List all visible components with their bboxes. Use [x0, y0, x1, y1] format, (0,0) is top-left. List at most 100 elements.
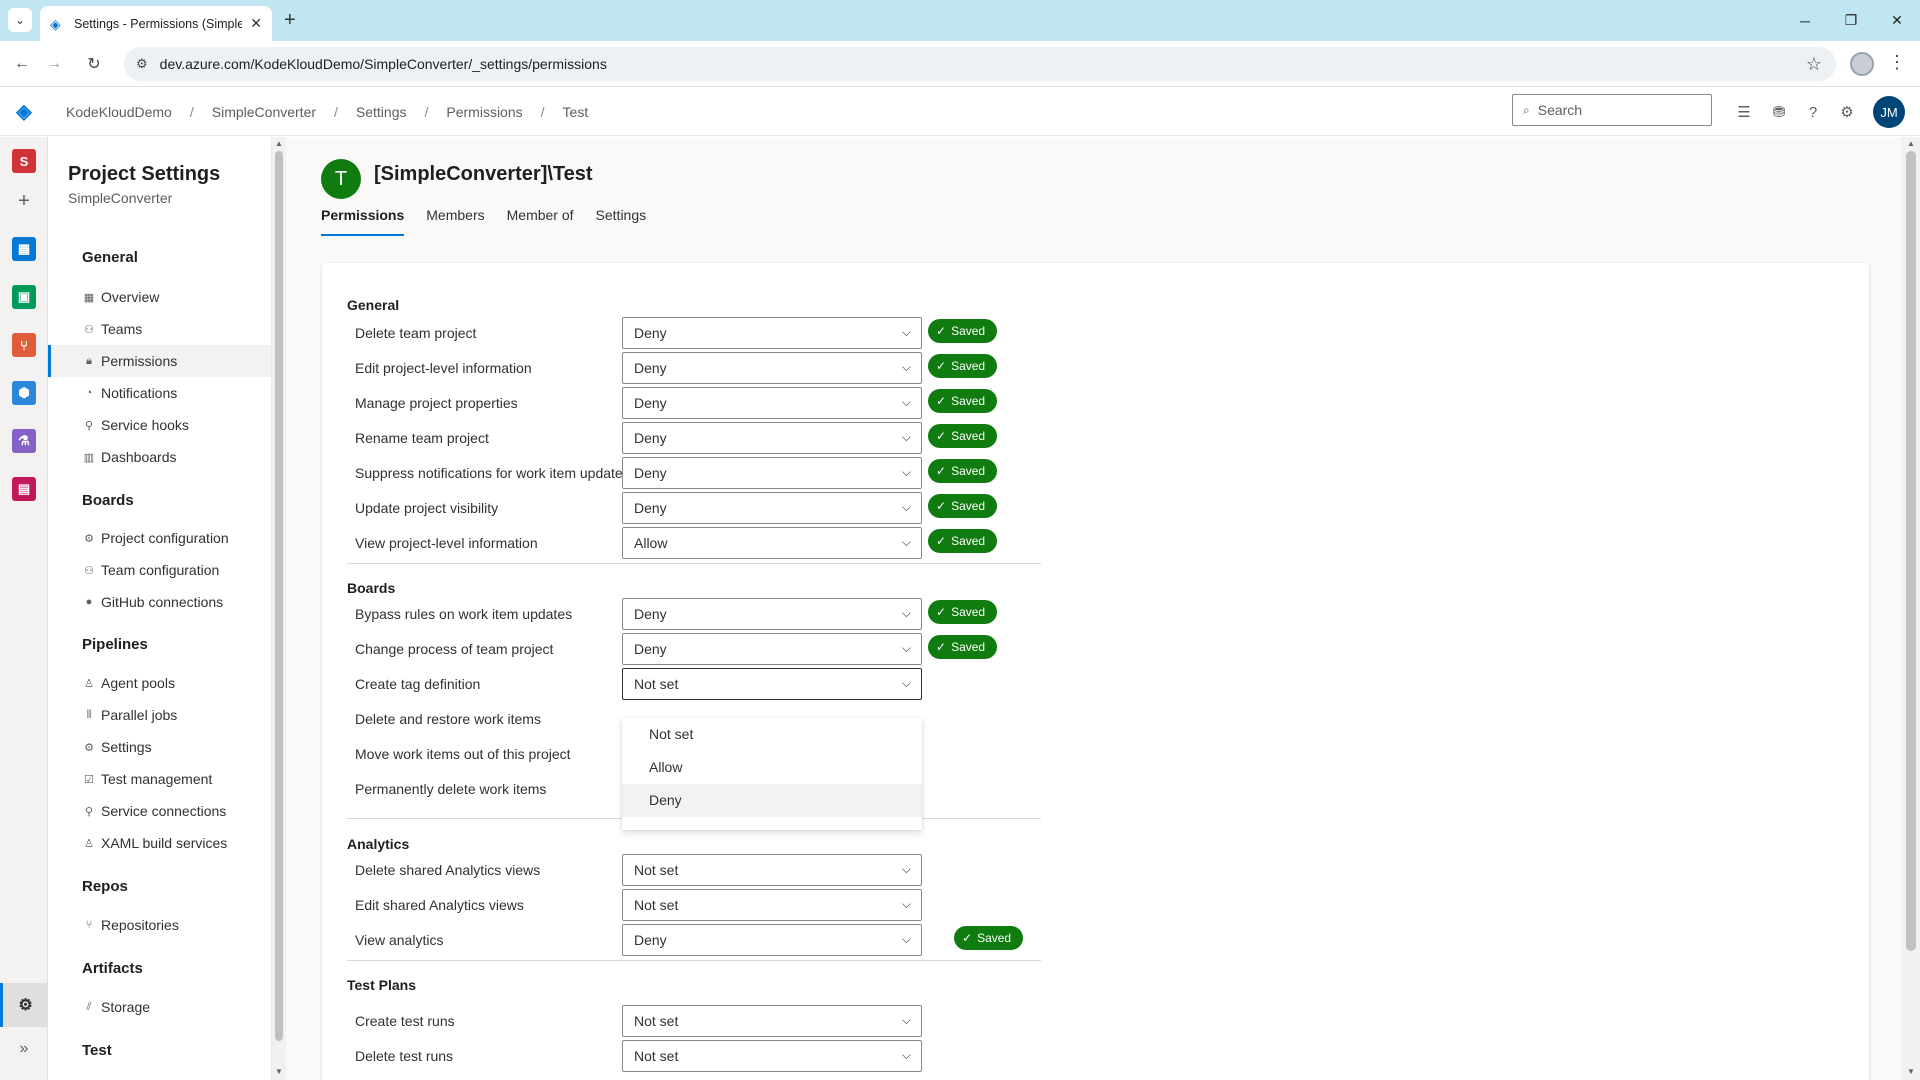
overview-icon: ▦	[83, 291, 95, 304]
settings-nav-scrollbar[interactable]: ▲ ▼	[272, 137, 286, 1080]
nav-item-service-connections[interactable]: ⚲ Service connections	[48, 795, 271, 827]
permission-label: Edit project-level information	[355, 360, 532, 376]
browser-profile-avatar[interactable]	[1850, 52, 1874, 76]
test-plans-icon[interactable]: ⚗	[12, 429, 36, 453]
main-scrollbar[interactable]: ▲ ▼	[1902, 137, 1920, 1080]
scroll-down-arrow-icon[interactable]: ▼	[272, 1067, 286, 1076]
chevron-down-icon: ⌵	[901, 535, 911, 549]
parallel-icon: ⫴	[86, 708, 92, 721]
tab-member-of[interactable]: Member of	[507, 207, 574, 236]
nav-item-overview[interactable]: ▦ Overview	[48, 281, 271, 313]
permission-select[interactable]: Deny ⌵	[622, 598, 922, 630]
chevron-down-icon: ⌵	[901, 932, 911, 946]
scroll-up-arrow-icon[interactable]: ▲	[1902, 139, 1920, 148]
search-input[interactable]: ⌕ Search	[1512, 94, 1712, 126]
permission-select[interactable]: Deny ⌵	[622, 924, 922, 956]
help-icon[interactable]: ?	[1801, 100, 1825, 124]
nav-item-project-configuration[interactable]: ⚙ Project configuration	[48, 522, 271, 554]
expand-rail-icon[interactable]: »	[12, 1037, 36, 1061]
permission-select[interactable]: Deny ⌵	[622, 492, 922, 524]
check-icon: ✓	[936, 499, 947, 513]
minimize-icon[interactable]: ─	[1782, 0, 1828, 41]
permission-select[interactable]: Deny ⌵	[622, 633, 922, 665]
dropdown-option-allow[interactable]: Allow	[622, 751, 922, 784]
browser-tab[interactable]: ◈ Settings - Permissions (SimpleC ✕	[40, 6, 272, 41]
project-icon[interactable]: S	[12, 149, 36, 173]
permission-select[interactable]: Not set ⌵	[622, 854, 922, 886]
plug-icon: ⚲	[84, 805, 94, 818]
dropdown-option-not-set[interactable]: Not set	[622, 718, 922, 751]
group-title: [SimpleConverter]\Test	[374, 163, 593, 185]
new-item-icon[interactable]: +	[12, 189, 36, 213]
permission-label: Delete and restore work items	[355, 711, 541, 727]
repos-icon[interactable]: ⑂	[12, 333, 36, 357]
project-settings-gear-icon[interactable]: ⚙	[0, 983, 48, 1027]
permission-select[interactable]: Not set ⌵	[622, 1005, 922, 1037]
main-scroll-thumb[interactable]	[1906, 151, 1916, 951]
tab-settings[interactable]: Settings	[596, 207, 647, 236]
boards-icon[interactable]: ▣	[12, 285, 36, 309]
permission-select[interactable]: Allow ⌵	[622, 527, 922, 559]
pipelines-icon[interactable]: ⬢	[12, 381, 36, 405]
breadcrumb-project[interactable]: SimpleConverter	[204, 104, 324, 120]
user-avatar[interactable]: JM	[1873, 96, 1905, 128]
chevron-down-icon: ⌵	[901, 1048, 911, 1062]
settings-nav: Project Settings SimpleConverter General…	[48, 137, 272, 1080]
azure-devops-logo-icon[interactable]: ◈	[12, 100, 36, 124]
breadcrumb-permissions[interactable]: Permissions	[438, 104, 530, 120]
nav-item-notifications[interactable]: ◔ Notifications	[48, 377, 271, 409]
saved-badge: ✓ Saved	[928, 354, 998, 378]
breadcrumb-settings[interactable]: Settings	[348, 104, 415, 120]
site-info-icon[interactable]: ⚙	[136, 56, 148, 72]
nav-item-permissions[interactable]: 🔒︎ Permissions	[48, 345, 271, 377]
work-items-list-icon[interactable]: ☰	[1732, 100, 1756, 124]
permission-select[interactable]: Not set ⌵	[622, 889, 922, 921]
nav-item-teams[interactable]: ⚇ Teams	[48, 313, 271, 345]
nav-item-team-configuration[interactable]: ⚇ Team configuration	[48, 554, 271, 586]
ado-header: ◈ KodeKloudDemo / SimpleConverter / Sett…	[0, 88, 1920, 136]
browser-menu-icon[interactable]: ⋮	[1888, 52, 1906, 73]
tab-search-button[interactable]: ⌄	[8, 8, 32, 32]
nav-item-agent-pools[interactable]: ♙ Agent pools	[48, 667, 271, 699]
permission-select[interactable]: Deny ⌵	[622, 422, 922, 454]
reload-icon[interactable]: ↻	[82, 52, 106, 76]
marketplace-bag-icon[interactable]: ⛃	[1767, 100, 1791, 124]
nav-item-github-connections[interactable]: ● GitHub connections	[48, 586, 271, 618]
nav-item-dashboards[interactable]: ▥ Dashboards	[48, 441, 271, 473]
permission-label: Suppress notifications for work item upd…	[355, 465, 630, 481]
nav-item-storage[interactable]: ⫽ Storage	[48, 991, 271, 1023]
chevron-down-icon: ⌵	[901, 676, 911, 690]
scroll-up-arrow-icon[interactable]: ▲	[272, 139, 286, 148]
scroll-down-arrow-icon[interactable]: ▼	[1902, 1067, 1920, 1076]
settings-nav-scroll-thumb[interactable]	[275, 151, 283, 1041]
user-settings-icon[interactable]: ⚙	[1835, 100, 1859, 124]
nav-item-pipeline-settings[interactable]: ⚙ Settings	[48, 731, 271, 763]
nav-item-test-management[interactable]: ☑ Test management	[48, 763, 271, 795]
nav-item-parallel-jobs[interactable]: ⫴ Parallel jobs	[48, 699, 271, 731]
permission-select[interactable]: Deny ⌵	[622, 457, 922, 489]
artifacts-icon[interactable]: ▤	[12, 477, 36, 501]
tab-permissions[interactable]: Permissions	[321, 207, 405, 236]
restore-icon[interactable]: ❐	[1828, 0, 1874, 41]
forward-icon[interactable]: →	[42, 52, 66, 76]
nav-item-xaml-build-services[interactable]: ♙ XAML build services	[48, 827, 271, 859]
permission-select-open[interactable]: Not set ⌵	[622, 668, 922, 700]
bookmark-star-icon[interactable]: ☆	[1806, 54, 1822, 75]
back-icon[interactable]: ←	[10, 52, 34, 76]
saved-badge: ✓ Saved	[928, 600, 998, 624]
breadcrumb-org[interactable]: KodeKloudDemo	[58, 104, 180, 120]
nav-item-service-hooks[interactable]: ⚲ Service hooks	[48, 409, 271, 441]
nav-item-repositories[interactable]: ⑂ Repositories	[48, 909, 271, 941]
breadcrumb-test[interactable]: Test	[555, 104, 597, 120]
permission-select[interactable]: Deny ⌵	[622, 352, 922, 384]
permission-select[interactable]: Deny ⌵	[622, 317, 922, 349]
new-tab-button[interactable]: +	[284, 8, 296, 32]
close-window-icon[interactable]: ✕	[1874, 0, 1920, 41]
dropdown-option-deny[interactable]: Deny	[622, 784, 922, 817]
permission-select[interactable]: Not set ⌵	[622, 1040, 922, 1072]
overview-icon[interactable]: ▦	[12, 237, 36, 261]
close-tab-icon[interactable]: ✕	[250, 15, 262, 32]
tab-members[interactable]: Members	[426, 207, 484, 236]
address-bar[interactable]: ⚙ dev.azure.com/KodeKloudDemo/SimpleConv…	[124, 47, 1836, 81]
permission-select[interactable]: Deny ⌵	[622, 387, 922, 419]
